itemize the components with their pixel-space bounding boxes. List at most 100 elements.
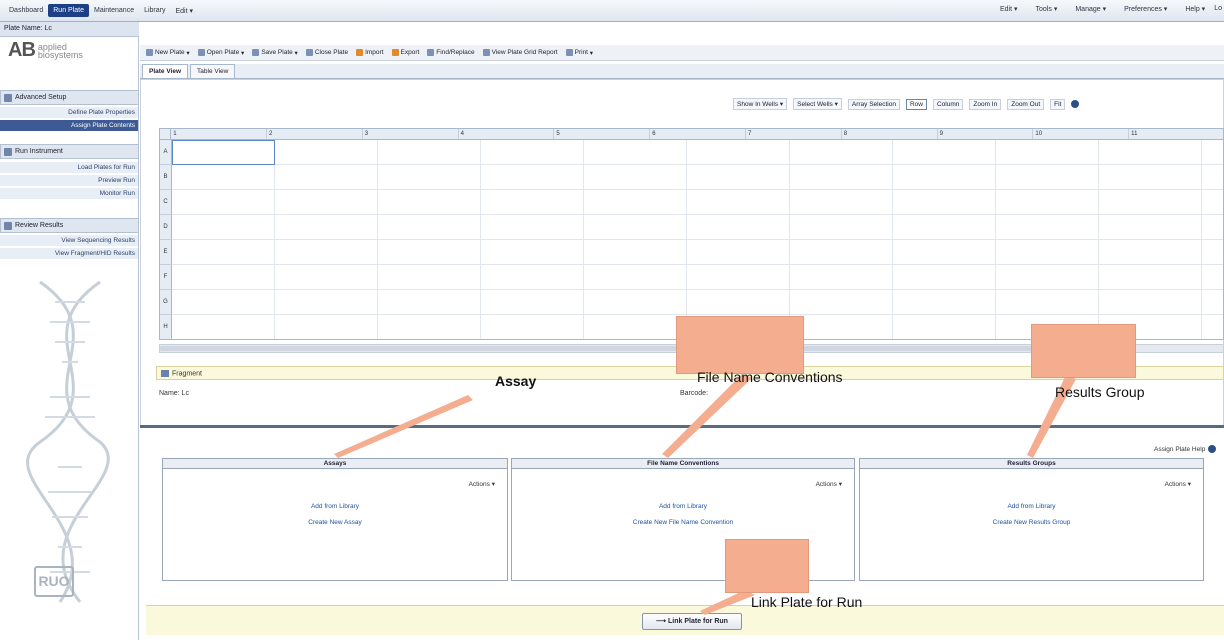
menu-right-help[interactable]: Help ▾ <box>1176 5 1205 13</box>
menu-right-edit[interactable]: Edit ▾ <box>991 5 1018 13</box>
fragment-icon <box>161 370 169 377</box>
menu-library[interactable]: Library <box>139 4 170 17</box>
assign-plate-help-link[interactable]: Assign Plate Help <box>1154 445 1217 453</box>
view-controls: Show In Wells ▾ Select Wells ▾ Array Sel… <box>733 97 1080 111</box>
row-header-cell[interactable]: G <box>160 290 172 315</box>
menu-right-logout[interactable]: Lo <box>1214 5 1222 13</box>
menu-right-manage[interactable]: Manage ▾ <box>1066 5 1106 13</box>
results-groups-panel: Results Groups Actions ▾ Add from Librar… <box>859 458 1204 581</box>
results-actions-dropdown[interactable]: Actions ▾ <box>1165 480 1191 488</box>
row-header: A B C D E F G H <box>160 140 172 339</box>
menu-edit[interactable]: Edit ▾ <box>171 4 199 18</box>
view-grid-report-button[interactable]: View Plate Grid Report <box>482 49 558 56</box>
row-header-cell[interactable]: D <box>160 215 172 240</box>
import-button[interactable]: Import <box>356 49 384 56</box>
save-plate-button[interactable]: Save Plate ▾ <box>252 49 298 57</box>
tab-plate-view[interactable]: Plate View <box>142 64 189 78</box>
import-icon <box>356 49 364 56</box>
well-cells[interactable] <box>172 140 1223 339</box>
export-button[interactable]: Export <box>391 49 419 56</box>
menu-right-preferences[interactable]: Preferences ▾ <box>1115 5 1167 13</box>
menu-run-plate[interactable]: Run Plate <box>48 4 89 17</box>
results-icon <box>4 222 12 230</box>
row-toggle[interactable]: Row <box>905 98 927 110</box>
find-replace-button[interactable]: Find/Replace <box>427 49 475 56</box>
menu-dashboard[interactable]: Dashboard <box>4 4 48 17</box>
plate-grid[interactable]: 1 2 3 4 5 6 7 8 9 10 11 A B C D E F G H <box>159 128 1224 340</box>
row-header-cell[interactable]: H <box>160 315 172 339</box>
results-callout-label: Results Group <box>1055 384 1145 400</box>
show-in-wells-dropdown[interactable]: Show In Wells ▾ <box>733 98 788 110</box>
column-header-cell[interactable]: 6 <box>650 129 746 139</box>
grid-corner <box>160 129 172 139</box>
sidebar-section-run-instrument[interactable]: Run Instrument <box>0 144 138 159</box>
view-tabs: Plate View Table View <box>140 64 1224 79</box>
results-add-from-library-link[interactable]: Add from Library <box>860 503 1203 510</box>
link-plate-callout-box <box>725 539 809 593</box>
menu-right-group: Edit ▾ Tools ▾ Manage ▾ Preferences ▾ He… <box>982 5 1222 13</box>
print-icon <box>565 49 573 56</box>
new-plate-button[interactable]: New Plate ▾ <box>146 49 190 57</box>
column-header-cell[interactable]: 8 <box>842 129 938 139</box>
fit-button[interactable]: Fit <box>1050 98 1066 110</box>
sidebar-section-review-results[interactable]: Review Results <box>0 218 138 233</box>
tab-table-view[interactable]: Table View <box>190 64 236 78</box>
column-header-cell[interactable]: 2 <box>267 129 363 139</box>
assays-panel: Assays Actions ▾ Add from Library Create… <box>162 458 508 581</box>
create-new-assay-link[interactable]: Create New Assay <box>163 519 507 526</box>
file-name-actions-dropdown[interactable]: Actions ▾ <box>816 480 842 488</box>
array-selection-button[interactable]: Array Selection <box>847 98 900 110</box>
file-name-add-from-library-link[interactable]: Add from Library <box>512 503 854 510</box>
close-plate-button[interactable]: Close Plate <box>305 49 348 56</box>
row-header-cell[interactable]: C <box>160 190 172 215</box>
zoom-in-button[interactable]: Zoom In <box>969 98 1002 110</box>
row-header-cell[interactable]: B <box>160 165 172 190</box>
open-plate-button[interactable]: Open Plate ▾ <box>197 49 244 57</box>
applied-biosystems-logo: AB applied biosystems <box>8 39 83 62</box>
column-header-cell[interactable]: 10 <box>1033 129 1130 139</box>
column-header: 1 2 3 4 5 6 7 8 9 10 11 <box>160 129 1223 140</box>
ruo-badge: RUO <box>34 566 74 597</box>
export-icon <box>391 49 399 56</box>
setup-icon <box>4 94 12 102</box>
sidebar-item-monitor-run[interactable]: Monitor Run <box>0 188 138 199</box>
column-header-cell[interactable]: 5 <box>554 129 651 139</box>
sidebar-item-view-sequencing-results[interactable]: View Sequencing Results <box>0 235 138 246</box>
help-icon[interactable] <box>1071 100 1080 108</box>
create-new-file-name-convention-link[interactable]: Create New File Name Convention <box>512 519 854 526</box>
assays-actions-dropdown[interactable]: Actions ▾ <box>469 480 495 488</box>
sidebar: AB applied biosystems Advanced Setup Defi… <box>0 37 139 640</box>
row-header-cell[interactable]: A <box>160 140 172 165</box>
sidebar-item-preview-run[interactable]: Preview Run <box>0 175 138 186</box>
scrollbar-thumb[interactable] <box>160 346 1060 351</box>
find-icon <box>427 49 435 56</box>
zoom-out-button[interactable]: Zoom Out <box>1007 98 1045 110</box>
plate-toolbar: New Plate ▾ Open Plate ▾ Save Plate ▾ Cl… <box>140 45 1224 61</box>
sidebar-item-define-plate-properties[interactable]: Define Plate Properties <box>0 107 138 118</box>
sidebar-item-view-fragment-results[interactable]: View Fragment/HID Results <box>0 248 138 259</box>
assays-add-from-library-link[interactable]: Add from Library <box>163 503 507 510</box>
sidebar-section-advanced-setup[interactable]: Advanced Setup <box>0 90 138 105</box>
save-plate-icon <box>252 49 260 56</box>
column-header-cell[interactable]: 7 <box>746 129 842 139</box>
sidebar-item-load-plates[interactable]: Load Plates for Run <box>0 162 138 173</box>
row-header-cell[interactable]: E <box>160 240 172 265</box>
column-header-cell[interactable]: 11 <box>1129 129 1223 139</box>
menu-right-tools[interactable]: Tools ▾ <box>1027 5 1058 13</box>
new-plate-icon <box>146 49 153 56</box>
menu-maintenance[interactable]: Maintenance <box>89 4 139 17</box>
file-name-callout-label: File Name Conventions <box>697 369 843 385</box>
row-header-cell[interactable]: F <box>160 265 172 290</box>
column-header-cell[interactable]: 4 <box>459 129 555 139</box>
column-toggle[interactable]: Column <box>932 98 964 110</box>
column-header-cell[interactable]: 9 <box>938 129 1034 139</box>
link-plate-for-run-button[interactable]: ⟶ Link Plate for Run <box>642 613 742 630</box>
column-header-cell[interactable]: 3 <box>363 129 459 139</box>
help-icon <box>1208 445 1217 453</box>
sidebar-item-assign-plate-contents[interactable]: Assign Plate Contents <box>0 120 138 131</box>
select-wells-dropdown[interactable]: Select Wells ▾ <box>793 98 842 110</box>
selected-well[interactable] <box>172 140 275 165</box>
print-button[interactable]: Print ▾ <box>565 49 593 57</box>
column-header-cell[interactable]: 1 <box>171 129 267 139</box>
create-new-results-group-link[interactable]: Create New Results Group <box>860 519 1203 526</box>
